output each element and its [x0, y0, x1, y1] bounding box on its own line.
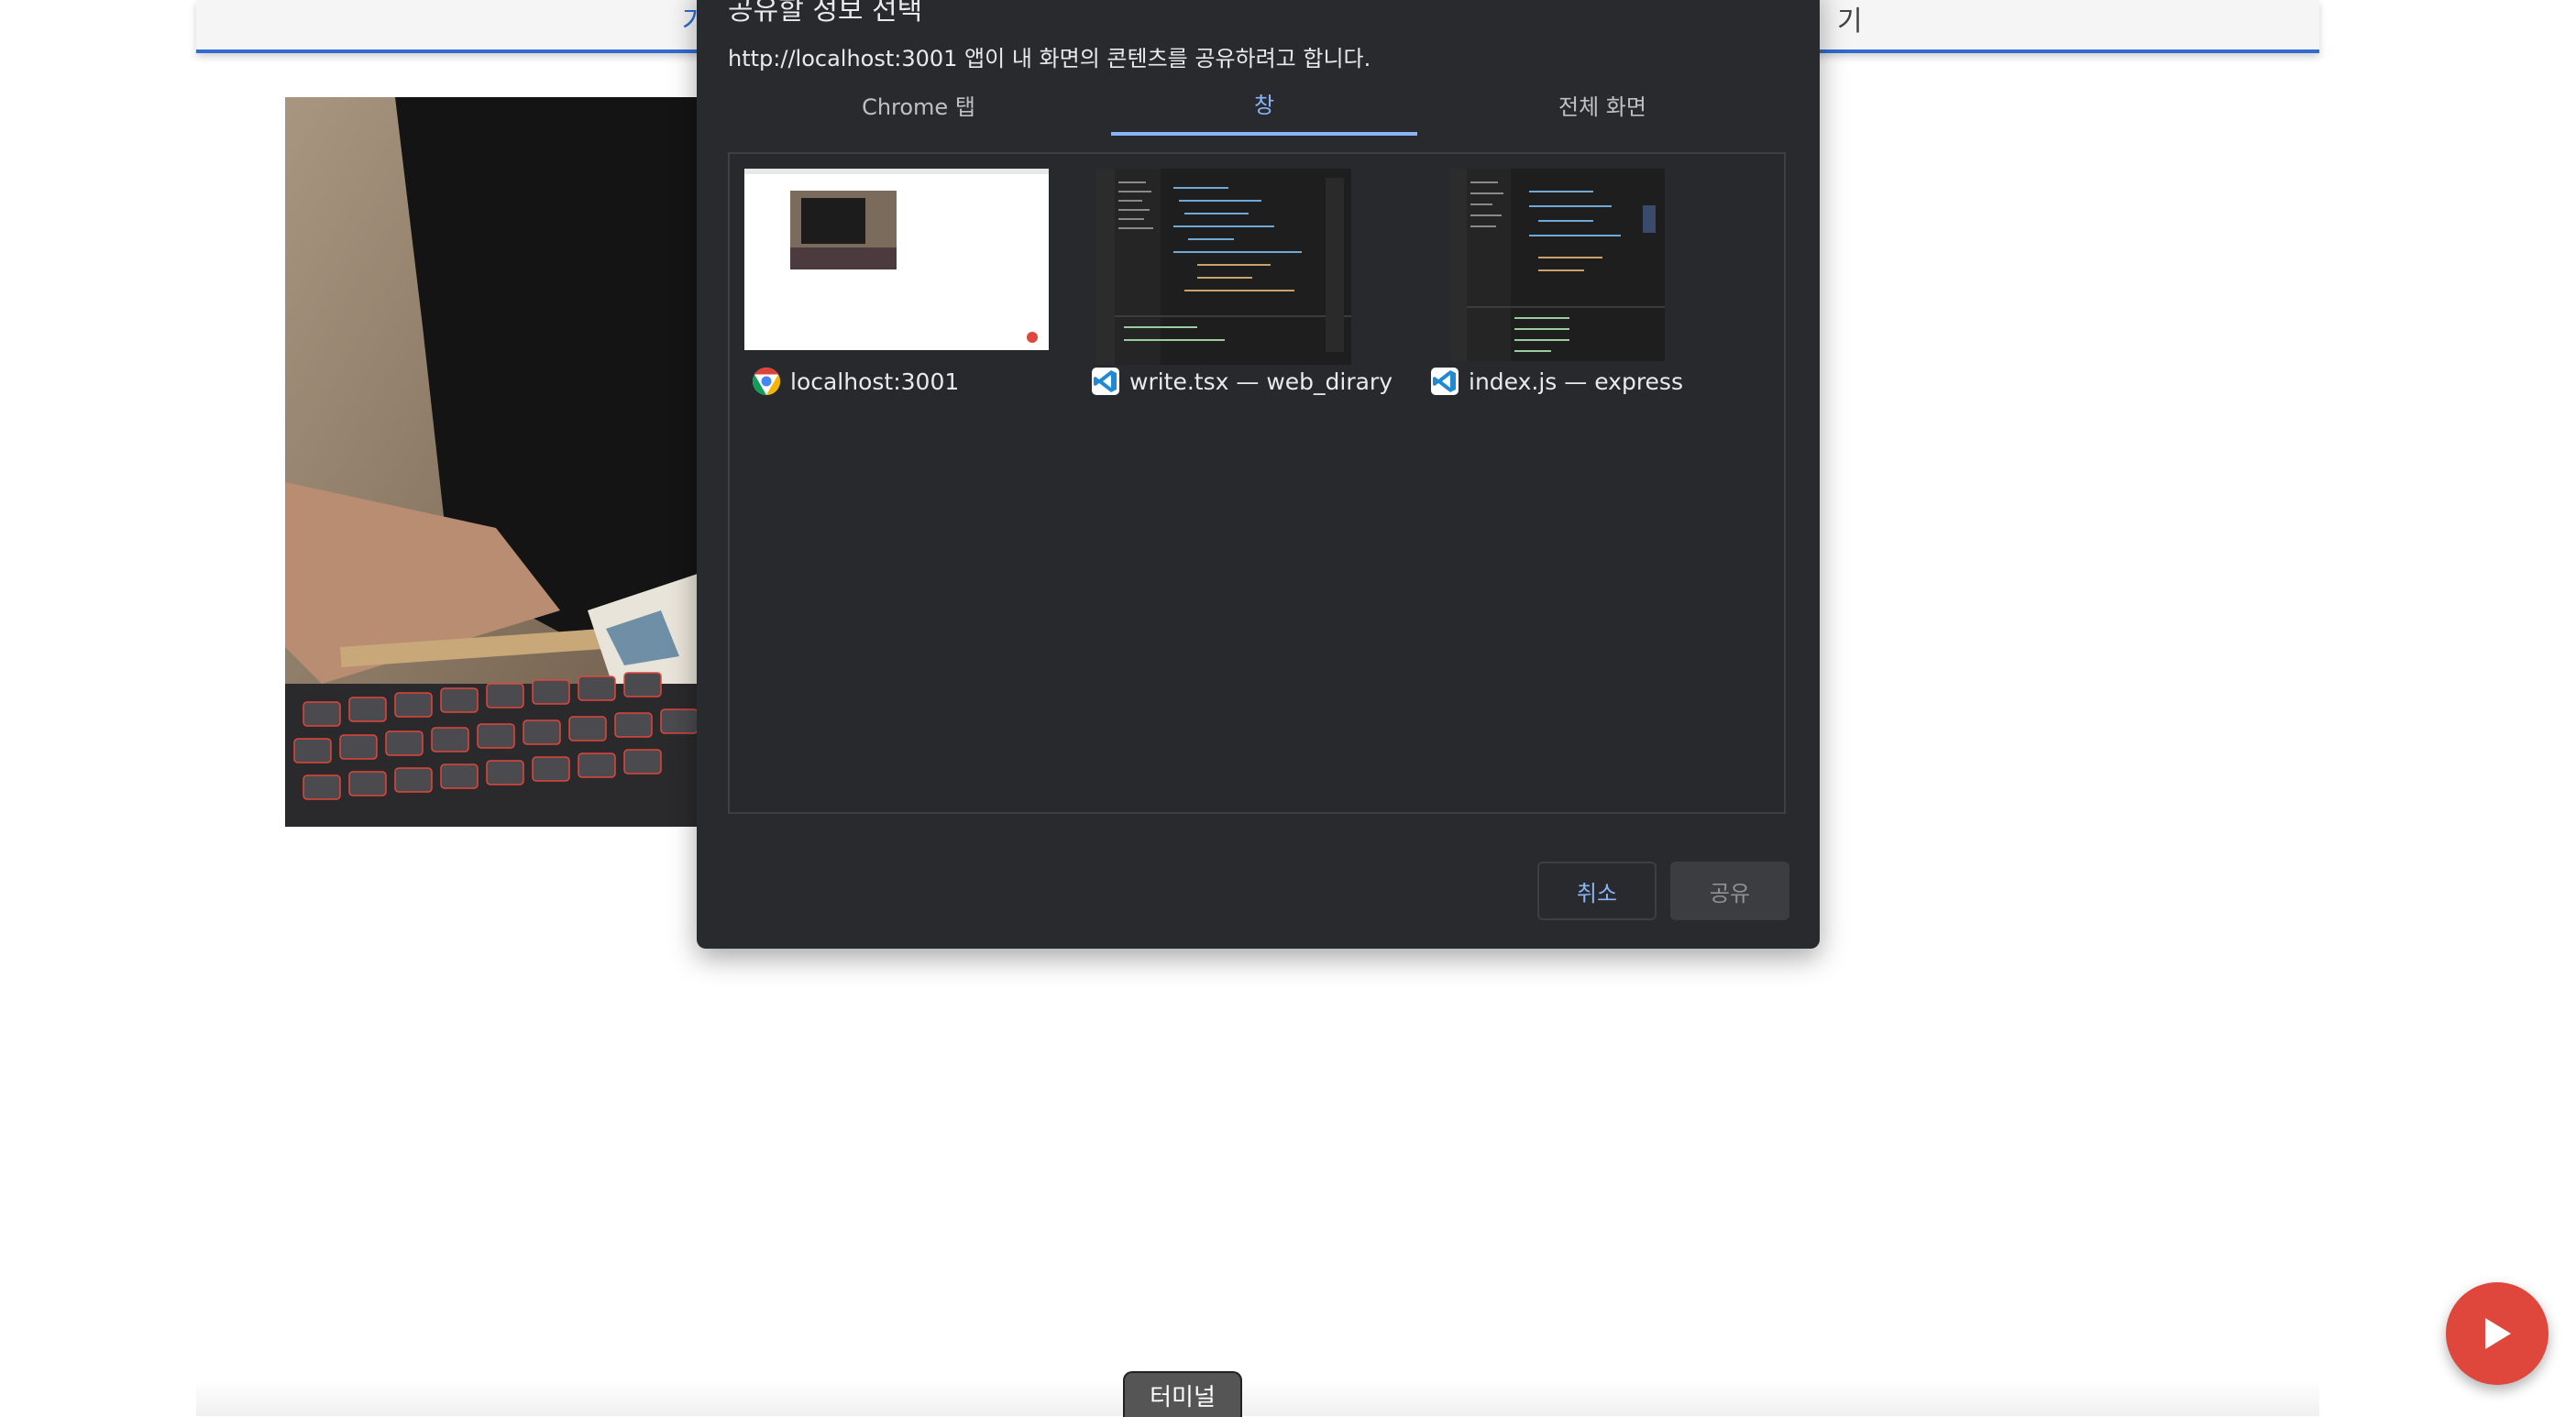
vscode-icon	[1431, 368, 1459, 395]
window-label: index.js — express	[1430, 367, 1683, 396]
window-item-index-js[interactable]: index.js — express	[1431, 154, 1753, 429]
window-label: write.tsx — web_dirary	[1091, 367, 1393, 396]
play-icon	[2485, 1318, 2511, 1349]
tab-entire-screen[interactable]: 전체 화면	[1417, 73, 1788, 136]
window-label: localhost:3001	[752, 367, 959, 396]
source-tabs: Chrome 탭 창 전체 화면	[728, 73, 1788, 136]
window-thumbnail	[1450, 169, 1665, 361]
window-list-panel: localhost:3001 write.tsx — web_dirary in…	[728, 152, 1786, 814]
vscode-icon	[1092, 368, 1119, 395]
dialog-subtitle: http://localhost:3001 앱이 내 화면의 콘텐츠를 공유하려…	[728, 46, 1371, 71]
header-tab-fragment-right[interactable]: 기	[1837, 0, 1863, 38]
webcam-video-preview	[285, 97, 698, 827]
screen-share-picker-dialog: 공유할 정보 선택 http://localhost:3001 앱이 내 화면의…	[697, 0, 1820, 949]
window-item-write-tsx[interactable]: write.tsx — web_dirary	[1092, 154, 1399, 429]
terminal-tab[interactable]: 터미널	[1123, 1371, 1242, 1417]
window-title-write-tsx: write.tsx — web_dirary	[1129, 368, 1393, 395]
share-button[interactable]: 공유	[1670, 862, 1789, 920]
tab-chrome-tab[interactable]: Chrome 탭	[728, 73, 1109, 136]
window-title-index-js: index.js — express	[1469, 368, 1683, 395]
cancel-button[interactable]: 취소	[1537, 862, 1657, 920]
tab-window[interactable]: 창	[1111, 73, 1417, 136]
window-thumbnail	[1096, 169, 1351, 365]
play-button[interactable]	[2446, 1282, 2548, 1385]
window-item-localhost[interactable]: localhost:3001	[744, 154, 1056, 429]
chrome-icon	[752, 368, 781, 395]
window-thumbnail	[744, 169, 1049, 350]
window-title-localhost: localhost:3001	[790, 368, 960, 395]
dialog-title: 공유할 정보 선택	[728, 0, 923, 27]
footer-shadow	[196, 1379, 2319, 1416]
